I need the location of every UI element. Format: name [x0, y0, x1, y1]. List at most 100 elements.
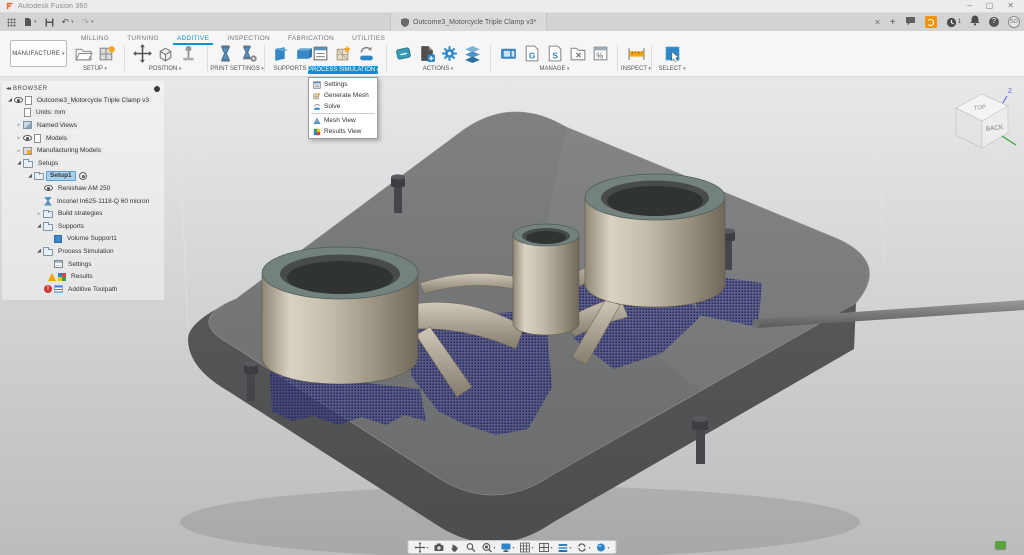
- expand-icon[interactable]: [15, 160, 23, 166]
- zoom-icon[interactable]: [465, 542, 476, 553]
- visibility-eye-icon[interactable]: [23, 135, 32, 141]
- display-settings-icon[interactable]: [500, 542, 514, 553]
- solve-icon[interactable]: [357, 44, 376, 63]
- tree-item-build-strategies[interactable]: Build strategies: [2, 207, 164, 220]
- tree-item-volume-support[interactable]: Volume Support1: [2, 233, 164, 246]
- close-icon[interactable]: ✕: [1007, 0, 1014, 12]
- tree-item-machine[interactable]: Renishaw AM 250: [2, 182, 164, 195]
- tree-item-sim-settings[interactable]: Settings: [2, 258, 164, 271]
- named-views-icon: [23, 121, 32, 129]
- new-tab-icon[interactable]: +: [890, 17, 896, 28]
- visibility-eye-icon[interactable]: [44, 185, 53, 191]
- viewcube-top-label: TOP: [974, 105, 987, 112]
- group-label-inspect[interactable]: INSPECT: [621, 66, 651, 72]
- simulate-icon[interactable]: [394, 44, 413, 63]
- expand-icon[interactable]: [35, 223, 43, 229]
- group-label-position[interactable]: POSITION: [127, 66, 203, 72]
- tree-item-named-views[interactable]: Named Views: [2, 119, 164, 132]
- tree-item-process-simulation[interactable]: Process Simulation: [2, 245, 164, 258]
- toolpath-layers-icon[interactable]: [463, 44, 482, 63]
- collapse-panel-icon[interactable]: ◂◂: [6, 85, 10, 92]
- tool-library-icon[interactable]: [568, 44, 587, 63]
- tree-item-manufacturing-models[interactable]: Manufacturing Models: [2, 144, 164, 157]
- expand-icon[interactable]: [35, 248, 43, 254]
- tree-item-models[interactable]: Models: [2, 132, 164, 145]
- display-options-icon[interactable]: [154, 86, 160, 92]
- grid-and-snaps-icon[interactable]: [519, 542, 533, 553]
- generate-mesh-icon[interactable]: [334, 44, 353, 63]
- group-label-manage[interactable]: MANAGE: [497, 66, 612, 72]
- gcode-document-icon[interactable]: G: [522, 44, 541, 63]
- refresh-icon[interactable]: [577, 542, 591, 553]
- volume-support-icon[interactable]: [271, 44, 290, 63]
- notifications-bell-icon[interactable]: [970, 13, 980, 31]
- group-label-print-settings[interactable]: PRINT SETTINGS: [210, 66, 264, 72]
- print-settings-icon[interactable]: [216, 44, 235, 63]
- file-menu-icon[interactable]: [24, 17, 37, 27]
- orbit-icon[interactable]: [414, 542, 428, 553]
- minimize-icon[interactable]: –: [967, 0, 971, 12]
- menu-item-mesh-view[interactable]: Mesh View: [309, 115, 377, 126]
- look-at-icon[interactable]: [433, 542, 444, 553]
- menu-item-generate-mesh[interactable]: Generate Mesh: [309, 90, 377, 101]
- help-icon[interactable]: ?: [989, 17, 999, 27]
- view-cube[interactable]: Z TOP BACK: [944, 84, 1018, 156]
- expand-icon[interactable]: [15, 135, 23, 141]
- tree-item-setups[interactable]: Setups: [2, 157, 164, 170]
- user-avatar[interactable]: SO: [1008, 16, 1020, 28]
- move-icon[interactable]: [133, 44, 152, 63]
- orient-icon[interactable]: [156, 44, 175, 63]
- document-tab[interactable]: Outcome3_Motorcycle Triple Clamp v3*: [390, 13, 547, 31]
- expand-icon[interactable]: [35, 211, 43, 217]
- undo-icon[interactable]: ↶: [62, 17, 74, 28]
- expand-icon[interactable]: [15, 122, 23, 128]
- menu-item-solve[interactable]: Solve: [309, 101, 377, 112]
- tree-item-results[interactable]: Results: [2, 270, 164, 283]
- fit-icon[interactable]: [481, 542, 495, 553]
- tree-item-supports[interactable]: Supports: [2, 220, 164, 233]
- viewport[interactable]: ◂◂ BROWSER Outcome3_Motorcycle Triple Cl…: [0, 77, 1024, 555]
- environment-icon[interactable]: [596, 542, 610, 553]
- workspace-selector[interactable]: MANUFACTURE: [10, 40, 67, 67]
- extensions-icon[interactable]: 1: [946, 17, 961, 28]
- generate-icon[interactable]: [440, 44, 459, 63]
- feedback-icon[interactable]: [905, 13, 916, 31]
- group-label-process-simulation[interactable]: PROCESS SIMULATION: [308, 66, 378, 74]
- viewports-icon[interactable]: [539, 542, 553, 553]
- group-label-setup[interactable]: SETUP: [70, 66, 120, 72]
- machine-library-icon[interactable]: [499, 44, 518, 63]
- menu-item-settings[interactable]: Settings: [309, 79, 377, 90]
- group-label-actions[interactable]: ACTIONS: [392, 66, 484, 72]
- redo-icon[interactable]: ↷: [82, 17, 94, 28]
- results-view-icon: [313, 128, 321, 136]
- measure-icon[interactable]: [627, 44, 646, 63]
- task-manager-icon[interactable]: %: [591, 44, 610, 63]
- print-settings-edit-icon[interactable]: [239, 44, 258, 63]
- tree-item-setup1[interactable]: Setup1: [2, 170, 164, 183]
- visibility-eye-icon[interactable]: [14, 97, 23, 103]
- tree-item-additive-toolpath[interactable]: Additive Toolpath: [2, 283, 164, 296]
- expand-icon[interactable]: [6, 97, 14, 103]
- maximize-icon[interactable]: ▢: [986, 0, 994, 12]
- group-label-select[interactable]: SELECT: [655, 66, 689, 72]
- new-setup-icon[interactable]: [74, 44, 93, 63]
- post-process-icon[interactable]: [417, 44, 436, 63]
- pan-icon[interactable]: [449, 542, 460, 553]
- simulation-settings-icon[interactable]: [311, 44, 330, 63]
- save-icon[interactable]: [45, 18, 54, 27]
- setup-sheet-icon[interactable]: [97, 44, 116, 63]
- menu-item-results-view[interactable]: Results View: [309, 126, 377, 137]
- select-icon[interactable]: [663, 44, 682, 63]
- tree-item-material[interactable]: Inconel In625-1118-Q 60 micron: [2, 195, 164, 208]
- tree-item-root[interactable]: Outcome3_Motorcycle Triple Clamp v3: [2, 94, 164, 107]
- job-status-icon[interactable]: [925, 16, 937, 28]
- group-actions: ACTIONS: [392, 42, 484, 76]
- visual-style-icon[interactable]: [558, 542, 572, 553]
- expand-icon[interactable]: [26, 173, 34, 179]
- show-data-panel-icon[interactable]: [7, 18, 16, 27]
- script-document-icon[interactable]: S: [545, 44, 564, 63]
- arrange-icon[interactable]: [179, 44, 198, 63]
- expand-icon[interactable]: [15, 148, 23, 154]
- close-tab-icon[interactable]: ✕: [874, 18, 881, 27]
- tree-item-units[interactable]: Units: mm: [2, 107, 164, 120]
